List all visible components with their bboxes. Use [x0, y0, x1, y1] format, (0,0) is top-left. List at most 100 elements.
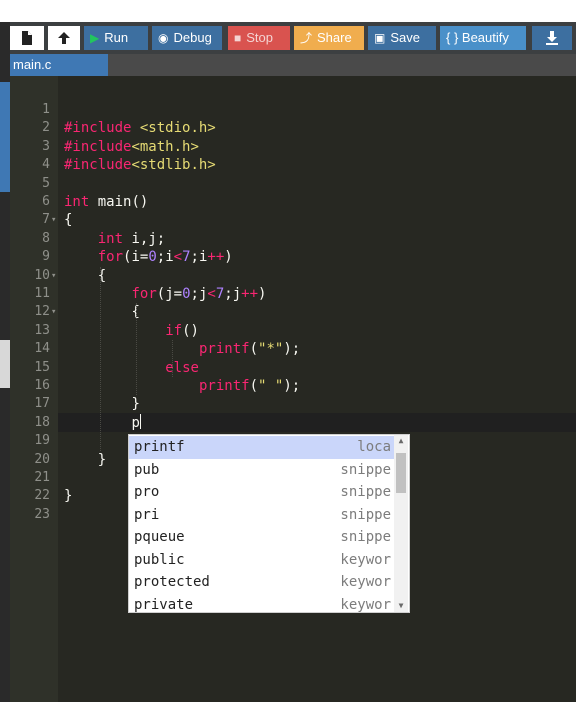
beautify-button[interactable]: { } Beautify [440, 26, 526, 50]
scroll-down-icon[interactable]: ▼ [394, 600, 408, 612]
code-line: int i,j; [97, 230, 166, 247]
stop-button[interactable]: ■ Stop [228, 26, 290, 50]
line-number: 3 [42, 138, 50, 154]
code-line: #include<math.h> [64, 138, 199, 155]
fold-arrow-icon[interactable]: ▾ [51, 211, 56, 229]
scroll-thumb[interactable] [396, 453, 406, 493]
line-number: 7 [42, 212, 50, 228]
line-number: 1 [42, 102, 50, 117]
text-cursor [139, 413, 141, 429]
line-number: 21 [34, 470, 50, 485]
autocomplete-item[interactable]: protected keywor [129, 571, 395, 594]
indent-guide [172, 340, 173, 377]
code-line: } [97, 451, 107, 468]
upload-button[interactable] [48, 26, 80, 50]
line-number: 9 [42, 249, 50, 265]
code-line: if() [165, 322, 199, 339]
line-number: 16 [34, 378, 50, 393]
autocomplete-scrollbar[interactable]: ▲ ▼ [394, 435, 408, 612]
autocomplete-item[interactable]: private keywor [129, 594, 395, 613]
suggestion-caption: pri [134, 506, 160, 523]
code-line: else [165, 359, 199, 376]
left-side-strip [0, 22, 10, 702]
autocomplete-item[interactable]: pri snippe [129, 504, 395, 527]
file-tab-bar: main.c [10, 54, 576, 76]
scroll-up-icon[interactable]: ▲ [394, 435, 408, 447]
code-line: p [131, 413, 141, 431]
side-panel-edge [0, 340, 10, 388]
fold-arrow-icon[interactable]: ▾ [51, 303, 56, 321]
autocomplete-item[interactable]: printf loca [129, 436, 395, 459]
square-icon: ■ [234, 31, 242, 45]
line-number: 11 [34, 286, 50, 301]
tab-label: main.c [13, 57, 52, 72]
code-line: #include <stdio.h> [64, 120, 216, 137]
line-number: 4 [42, 157, 50, 173]
line-number: 18 [34, 414, 50, 430]
tab-main-c[interactable]: main.c [10, 54, 108, 76]
line-number: 17 [34, 396, 50, 412]
autocomplete-item[interactable]: pub snippe [129, 459, 395, 482]
code-line: int main() [64, 194, 149, 210]
floppy-icon: ▣ [374, 31, 386, 45]
line-number: 23 [34, 506, 50, 522]
line-number: 15 [34, 359, 50, 375]
autocomplete-item[interactable]: pro snippe [129, 481, 395, 504]
line-number: 14 [34, 341, 50, 357]
autocomplete-popup: printf loca pub snippe pro snippe pri snippe pqu… [128, 434, 410, 613]
save-label: Save [390, 30, 420, 45]
run-button[interactable]: ▶ Run [84, 26, 148, 50]
toolbar: ▶ Run ◉ Debug ■ Stop ⤴ Share ▣ Save { } Beaut… [10, 22, 576, 54]
suggestion-caption: pub [134, 461, 160, 478]
code-line: #include<stdlib.h> [64, 157, 216, 174]
beautify-label: { } Beautify [446, 30, 509, 45]
suggestion-type: snippe [340, 506, 391, 523]
line-number: 22 [34, 488, 50, 504]
download-button[interactable] [532, 26, 572, 50]
suggestion-caption: public [134, 551, 185, 568]
share-icon: ⤴ [300, 31, 313, 45]
autocomplete-item[interactable]: pqueue snippe [129, 526, 395, 549]
autocomplete-item[interactable]: public keywor [129, 549, 395, 572]
line-number: 20 [34, 451, 50, 467]
play-icon: ▶ [90, 31, 100, 45]
download-icon [546, 31, 558, 45]
code-line: for(j=0;j<7;j++) [131, 286, 267, 302]
line-number: 2 [42, 120, 50, 136]
code-line: { [131, 304, 140, 321]
suggestion-type: snippe [340, 484, 391, 500]
save-button[interactable]: ▣ Save [368, 26, 436, 50]
suggestion-type: snippe [340, 461, 391, 478]
code-line: } [131, 396, 140, 413]
file-icon [22, 31, 32, 45]
suggestion-caption: pqueue [134, 529, 185, 545]
suggestion-type: keywor [340, 551, 391, 568]
suggestion-caption: printf [134, 439, 185, 455]
bug-icon: ◉ [158, 31, 169, 45]
share-button[interactable]: ⤴ Share [294, 26, 364, 50]
upload-icon [58, 32, 70, 44]
suggestion-caption: private [134, 596, 194, 613]
stop-label: Stop [246, 30, 273, 45]
suggestion-type: keywor [340, 596, 391, 613]
debug-label: Debug [173, 30, 212, 45]
line-number: 19 [34, 433, 50, 449]
run-label: Run [104, 30, 129, 45]
suggestion-type: loca [357, 439, 391, 455]
debug-button[interactable]: ◉ Debug [152, 26, 222, 50]
new-file-button[interactable] [10, 26, 44, 50]
code-line: for(i=0;i<7;i++) [97, 249, 233, 266]
indent-guide [100, 266, 101, 451]
side-accent [0, 82, 10, 192]
code-line: { [64, 212, 73, 229]
line-number: 13 [34, 322, 50, 338]
line-number: 5 [42, 175, 50, 191]
code-line: } [64, 488, 73, 505]
suggestion-type: snippe [340, 529, 391, 545]
ide-frame: ▶ Run ◉ Debug ■ Stop ⤴ Share ▣ Save { } Beaut… [0, 22, 576, 702]
line-number: 10 [34, 267, 50, 283]
fold-arrow-icon[interactable]: ▾ [51, 267, 56, 285]
line-number: 6 [42, 194, 50, 209]
line-number: 12 [34, 304, 50, 320]
indent-guide [136, 303, 137, 396]
